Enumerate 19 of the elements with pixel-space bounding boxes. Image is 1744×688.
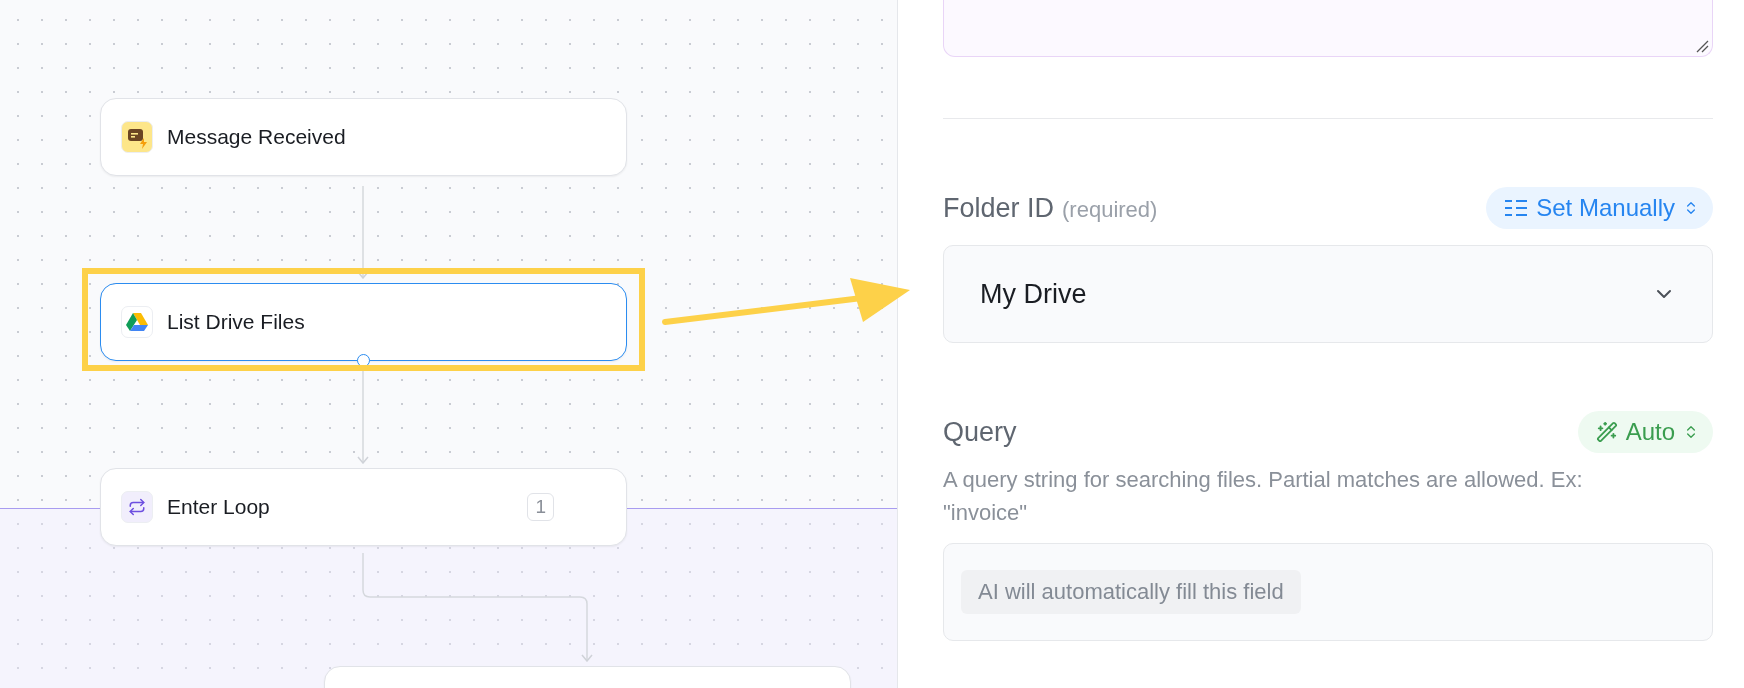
list-icon xyxy=(1504,198,1529,218)
field-label: Query xyxy=(943,416,1017,448)
field-description: A query string for searching files. Partial matches are allowed. Ex: "invoice" xyxy=(943,466,1583,527)
field-label: Folder ID xyxy=(943,192,1055,224)
folder-select[interactable]: My Drive xyxy=(943,245,1713,343)
node-title: List Drive Files xyxy=(167,310,305,334)
loop-icon xyxy=(121,491,153,523)
text-area[interactable] xyxy=(943,0,1713,57)
drive-icon xyxy=(121,306,153,338)
resize-grip-icon xyxy=(1695,39,1709,53)
chat-bolt-icon xyxy=(121,121,153,153)
auto-fill-chip: AI will automatically fill this field xyxy=(961,570,1301,614)
workflow-node[interactable]: Message Received xyxy=(100,98,627,176)
node-title: Enter Loop xyxy=(167,495,270,519)
workflow-node[interactable]: Enter Loop 1 xyxy=(100,468,627,546)
required-note: (required) xyxy=(1062,196,1158,223)
count-badge: 1 xyxy=(527,493,554,521)
magic-wand-icon xyxy=(1595,421,1618,443)
node-title: Message Received xyxy=(167,125,346,149)
